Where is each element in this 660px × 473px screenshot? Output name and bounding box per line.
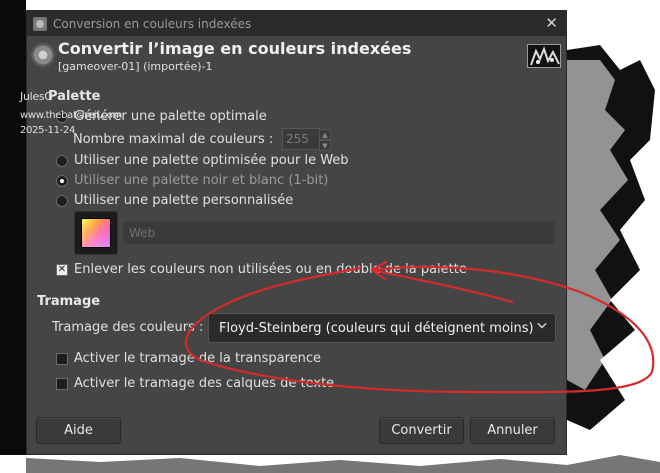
watermark-author: JulesO	[20, 90, 53, 103]
color-dither-select[interactable]: Floyd-Steinberg (couleurs qui déteignent…	[208, 313, 556, 343]
window-titlebar: Conversion en couleurs indexées ✕	[27, 11, 566, 36]
chevron-down-icon	[537, 322, 547, 329]
radio-button[interactable]	[56, 194, 68, 207]
checkbox[interactable]	[56, 352, 68, 365]
watermark-date: 2025-11-24	[20, 125, 76, 136]
help-button[interactable]: Aide	[36, 417, 121, 444]
text-layers-dither-option[interactable]: Activer le tramage des calques de texte	[56, 376, 334, 391]
palette-preview-icon	[81, 218, 111, 248]
dialog-header: Convertir l’image en couleurs indexées […	[27, 36, 566, 86]
checkbox-checked[interactable]: ✕	[56, 263, 68, 276]
dialog-title: Convertir l’image en couleurs indexées	[58, 39, 412, 58]
image-name: [gameover-01] (importée)-1	[58, 60, 213, 73]
color-dither-label: Tramage des couleurs :	[52, 320, 204, 335]
dithering-section-title: Tramage	[37, 294, 101, 309]
checkbox-label: Activer le tramage de la transparence	[74, 351, 322, 366]
transparency-dither-option[interactable]: Activer le tramage de la transparence	[56, 351, 321, 366]
max-colors-label: Nombre maximal de couleurs :	[73, 132, 274, 147]
convert-indexed-dialog: Conversion en couleurs indexées ✕ Conver…	[26, 10, 567, 455]
remove-unused-colors-option[interactable]: ✕ Enlever les couleurs non utilisées ou …	[56, 262, 467, 277]
cancel-button[interactable]: Annuler	[470, 417, 555, 444]
checkbox-label: Activer le tramage des calques de texte	[74, 376, 335, 391]
checkbox[interactable]	[56, 377, 68, 390]
increment-icon[interactable]: ▲	[319, 129, 331, 140]
checkbox-label: Enlever les couleurs non utilisées ou en…	[74, 262, 467, 277]
radio-button[interactable]	[56, 154, 68, 167]
radio-custom-palette[interactable]: Utiliser une palette personnalisée	[56, 193, 293, 208]
indexed-mode-icon	[31, 43, 55, 67]
palette-section-title: Palette	[48, 89, 101, 104]
radio-label: Utiliser une palette optimisée pour le W…	[74, 153, 349, 168]
convert-button[interactable]: Convertir	[379, 417, 464, 444]
close-icon[interactable]: ✕	[545, 14, 558, 32]
radio-button-selected[interactable]	[56, 174, 68, 187]
watermark-site: www.thebatcheif.com	[20, 110, 123, 121]
max-colors-spinner[interactable]: ▲ ▼	[282, 128, 331, 151]
custom-palette-button[interactable]	[74, 211, 118, 255]
radio-web-palette[interactable]: Utiliser une palette optimisée pour le W…	[56, 153, 349, 168]
gimp-app-icon	[33, 16, 47, 31]
max-colors-input[interactable]	[283, 132, 311, 146]
select-value: Floyd-Steinberg (couleurs qui déteignent…	[219, 320, 534, 336]
radio-label: Utiliser une palette personnalisée	[74, 193, 294, 208]
decrement-icon[interactable]: ▼	[319, 140, 331, 151]
radio-bw-palette[interactable]: Utiliser une palette noir et blanc (1-bi…	[56, 173, 328, 188]
radio-label: Utiliser une palette noir et blanc (1-bi…	[74, 173, 329, 188]
custom-palette-name: Web	[123, 221, 555, 244]
window-title: Conversion en couleurs indexées	[53, 16, 252, 31]
image-thumbnail	[527, 44, 561, 68]
